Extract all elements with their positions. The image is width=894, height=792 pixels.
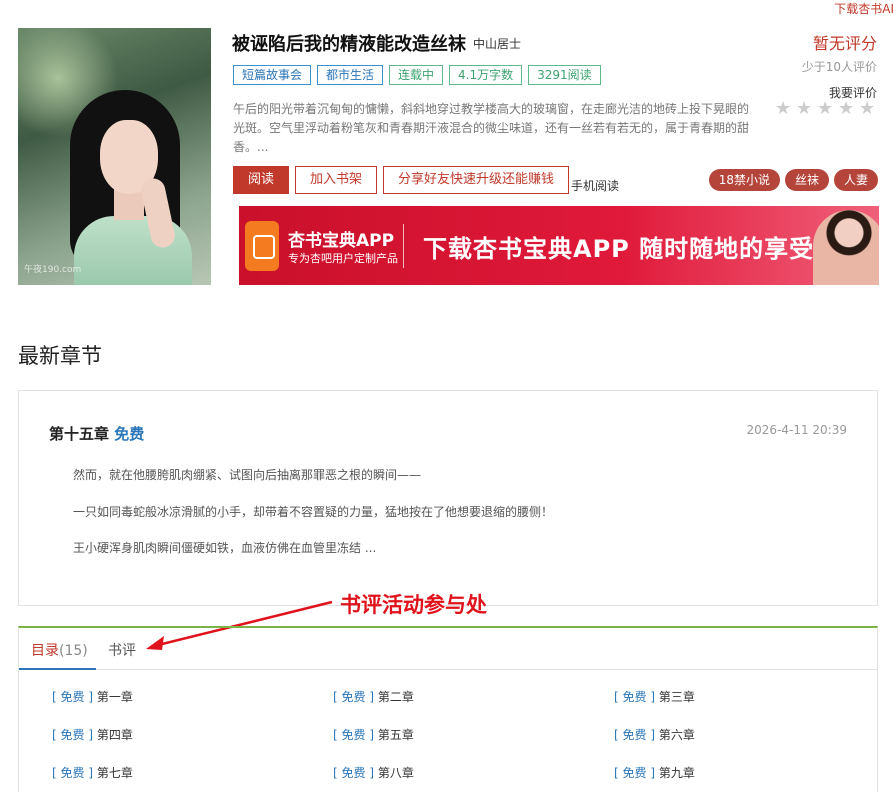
banner-app-name: 杏书宝典APP: [288, 231, 395, 251]
free-badge: 免费: [114, 425, 145, 443]
chapter-link[interactable]: [ 免费 ] 第三章: [614, 688, 695, 705]
annotation-label: 书评活动参与处: [340, 593, 487, 617]
book-description: 午后的阳光带着沉甸甸的慵懒，斜斜地穿过教学楼高大的玻璃窗，在走廊光洁的地砖上投下…: [233, 102, 750, 154]
tab-toc-label: 目录: [31, 643, 59, 659]
app-book-icon: [245, 221, 279, 271]
mobile-read-link[interactable]: 手机阅读: [571, 177, 619, 194]
excerpt-line: 然而，就在他腰胯肌肉绷紧、试图向后抽离那罪恶之根的瞬间——: [73, 468, 422, 482]
rating-stars: ★ ★ ★ ★ ★: [775, 100, 877, 118]
cover-watermark: 午夜190.com: [24, 265, 82, 275]
tab-toc-count: (15): [59, 643, 88, 659]
chapter-link[interactable]: [ 免费 ] 第六章: [614, 726, 695, 743]
banner-app-subtitle: 专为杏吧用户定制产品: [288, 252, 398, 265]
latest-chapter-name[interactable]: 第十五章: [49, 425, 109, 443]
chapter-link[interactable]: [ 免费 ] 第二章: [333, 688, 414, 705]
tag-read-count: 3291阅读: [528, 65, 601, 85]
book-cover-image[interactable]: 午夜190.com: [18, 28, 211, 285]
tab-bar: 目录(15) 书评: [19, 628, 877, 670]
star-icon[interactable]: ★: [796, 100, 814, 118]
tag-word-count: 4.1万字数: [449, 65, 523, 85]
star-icon[interactable]: ★: [775, 100, 793, 118]
book-author[interactable]: 中山居士: [473, 35, 521, 52]
latest-chapter-heading: 最新章节: [18, 344, 102, 368]
chapter-link[interactable]: [ 免费 ] 第四章: [52, 726, 133, 743]
star-icon[interactable]: ★: [838, 100, 856, 118]
latest-chapter-box: 第十五章 免费 2026-4-11 20:39 然而，就在他腰胯肌肉绷紧、试图向…: [18, 390, 878, 606]
rating-score: 暂无评分: [812, 34, 877, 53]
pill-keyword[interactable]: 人妻: [833, 169, 878, 191]
app-download-banner[interactable]: 杏书宝典APP 专为杏吧用户定制产品 下载杏书宝典APP 随时随地的享受: [233, 206, 879, 285]
tab-toc[interactable]: 目录(15): [31, 640, 88, 660]
banner-slogan: 下载杏书宝典APP 随时随地的享受: [423, 235, 815, 263]
chapter-link[interactable]: [ 免费 ] 第八章: [333, 764, 414, 781]
share-button[interactable]: 分享好友快速升级还能赚钱: [383, 166, 570, 194]
tag-category[interactable]: 短篇故事会: [233, 65, 312, 85]
tab-review[interactable]: 书评: [108, 640, 136, 660]
add-to-shelf-button[interactable]: 加入书架: [295, 166, 378, 194]
pill-keyword[interactable]: 18禁小说: [708, 169, 780, 191]
chapter-link[interactable]: [ 免费 ] 第九章: [614, 764, 695, 781]
active-tab-indicator: [19, 668, 96, 670]
keyword-pills: 18禁小说 丝袜 人妻: [708, 169, 878, 191]
chapter-tabs-box: 目录(15) 书评 [ 免费 ] 第一章 [ 免费 ] 第二章 [ 免费 ] 第…: [18, 626, 878, 792]
star-icon[interactable]: ★: [859, 100, 877, 118]
book-tags: 短篇故事会 都市生活 连载中 4.1万字数 3291阅读: [233, 65, 601, 85]
chapter-link[interactable]: [ 免费 ] 第一章: [52, 688, 133, 705]
download-app-link[interactable]: 下载杏书AI: [834, 0, 894, 17]
chapter-link[interactable]: [ 免费 ] 第五章: [333, 726, 414, 743]
excerpt-line: 一只如同毒蛇般冰凉滑腻的小手，却带着不容置疑的力量，猛地按在了他想要退缩的腰侧！: [73, 505, 554, 519]
star-icon[interactable]: ★: [817, 100, 835, 118]
tag-status: 连载中: [389, 65, 444, 85]
excerpt-line: 王小硬浑身肌肉瞬间僵硬如铁，血液仿佛在血管里冻结 ...: [73, 541, 377, 555]
tag-genre[interactable]: 都市生活: [317, 65, 384, 85]
action-buttons: 阅读 加入书架 分享好友快速升级还能赚钱 手机阅读: [233, 166, 619, 194]
read-button[interactable]: 阅读: [233, 166, 290, 194]
latest-chapter-time: 2026-4-11 20:39: [746, 423, 848, 437]
rating-count: 少于10人评价: [801, 60, 877, 74]
pill-keyword[interactable]: 丝袜: [784, 169, 829, 191]
book-title: 被诬陷后我的精液能改造丝袜: [232, 34, 466, 55]
latest-chapter-title[interactable]: 第十五章 免费: [49, 423, 144, 444]
chapter-link[interactable]: [ 免费 ] 第七章: [52, 764, 133, 781]
banner-model-image: [813, 210, 879, 285]
